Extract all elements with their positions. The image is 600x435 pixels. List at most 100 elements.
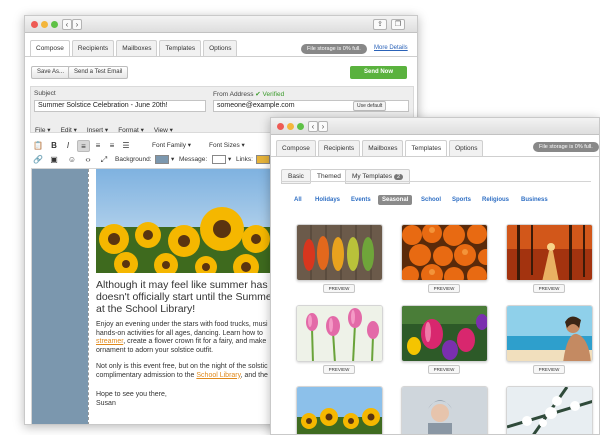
menu-insert[interactable]: Insert ▾ (87, 126, 108, 137)
email-paragraph-1: Enjoy an evening under the stars with fo… (96, 321, 268, 355)
tabs-icon[interactable]: ❐ (391, 19, 405, 30)
spring-tulips-image (402, 306, 487, 361)
align-right-icon[interactable]: ≡ (107, 140, 117, 152)
more-details-link[interactable]: More Details (374, 45, 408, 51)
background-dropdown-icon[interactable]: ▾ (171, 154, 174, 166)
email-paragraph-2: Not only is this event free, but on the … (96, 363, 268, 380)
from-address-text: From Address (213, 91, 254, 98)
tab-options[interactable]: Options (449, 140, 484, 156)
minimize-dot-icon[interactable] (41, 21, 48, 28)
forward-arrow-icon[interactable]: › (318, 121, 328, 132)
close-dot-icon[interactable] (31, 21, 38, 28)
use-default-button[interactable]: Use default (353, 101, 387, 111)
back-arrow-icon[interactable]: ‹ (62, 19, 72, 30)
autumn-path-image (507, 225, 592, 280)
template-thumb-winter-girl[interactable] (401, 386, 488, 434)
align-center-icon[interactable]: ≡ (93, 140, 103, 152)
filter-holidays[interactable]: Holidays (315, 197, 340, 203)
background-color-swatch[interactable] (155, 155, 169, 164)
message-dropdown-icon[interactable]: ▾ (228, 154, 231, 166)
template-thumb-pink-tulips[interactable] (296, 305, 383, 362)
code-icon[interactable]: ‹› (83, 154, 93, 166)
preview-button-2[interactable]: PREVIEW (428, 284, 460, 293)
bold-icon[interactable]: B (49, 140, 59, 152)
pumpkins-image (402, 225, 487, 280)
tab-compose[interactable]: Compose (276, 140, 316, 156)
template-thumb-pumpkins[interactable] (401, 224, 488, 281)
verified-status: ✔ Verified (255, 91, 285, 98)
forward-arrow-icon[interactable]: › (72, 19, 82, 30)
tab-recipients[interactable]: Recipients (317, 140, 361, 156)
font-sizes-label: Font Sizes (209, 142, 240, 149)
font-sizes-dropdown[interactable]: Font Sizes ▾ (209, 140, 245, 152)
filter-business[interactable]: Business (521, 197, 548, 203)
preview-button-4[interactable]: PREVIEW (323, 365, 355, 374)
tab-mailboxes[interactable]: Mailboxes (116, 40, 158, 56)
menu-edit[interactable]: Edit ▾ (61, 126, 77, 137)
zoom-dot-icon[interactable] (51, 21, 58, 28)
close-dot-icon[interactable] (277, 123, 284, 130)
school-library-link[interactable]: School Library (196, 372, 240, 379)
minimize-dot-icon[interactable] (287, 123, 294, 130)
filter-events[interactable]: Events (351, 197, 371, 203)
preview-button-6[interactable]: PREVIEW (533, 365, 565, 374)
italic-icon[interactable]: I (63, 140, 73, 152)
email-heading-line-3: at the School Library! (96, 303, 196, 315)
tab-mailboxes[interactable]: Mailboxes (362, 140, 404, 156)
filter-religious[interactable]: Religious (482, 197, 509, 203)
message-color-swatch[interactable] (212, 155, 226, 164)
back-arrow-icon[interactable]: ‹ (308, 121, 318, 132)
p1-line-3: streamer, create a flower crown fit for … (96, 338, 268, 347)
share-icon[interactable]: ⇪ (373, 19, 387, 30)
template-thumb-snowy-branches[interactable] (506, 386, 593, 434)
zoom-dot-icon[interactable] (297, 123, 304, 130)
autumn-leaves-image (297, 225, 382, 280)
preview-button-1[interactable]: PREVIEW (323, 284, 355, 293)
tabs-divider (271, 156, 599, 157)
filter-sports[interactable]: Sports (452, 197, 471, 203)
streamer-link[interactable]: streamer (96, 338, 123, 345)
subject-label: Subject (34, 90, 56, 97)
links-color-swatch[interactable] (256, 155, 270, 164)
send-test-button[interactable]: Send a Test Email (68, 66, 129, 79)
link-icon[interactable]: 🔗 (33, 154, 43, 166)
p2-line-2: complimentary admission to the School Li… (96, 372, 268, 381)
filter-all[interactable]: All (294, 197, 302, 203)
emoji-icon[interactable]: ☺ (67, 154, 77, 166)
tab-options[interactable]: Options (203, 40, 238, 56)
fullscreen-icon[interactable]: ⤢ (99, 154, 109, 166)
subject-input[interactable]: Summer Solstice Celebration - June 20th! (34, 100, 206, 112)
p1-line-3-rest: , create a flower crown fit for a fairy,… (123, 338, 267, 345)
align-left-icon[interactable]: ≡ (77, 140, 90, 152)
menu-view[interactable]: View ▾ (154, 126, 173, 137)
compose-titlebar: ‹ › ⇪ ❐ (25, 16, 417, 33)
templates-window: ‹ › Compose Recipients Mailboxes Templat… (270, 117, 600, 435)
send-now-button[interactable]: Send Now (350, 66, 407, 79)
tab-compose[interactable]: Compose (30, 40, 70, 56)
templates-main-tabs: Compose Recipients Mailboxes Templates O… (276, 138, 485, 156)
menu-file[interactable]: File ▾ (35, 126, 51, 137)
image-icon[interactable]: ▣ (49, 154, 59, 166)
menu-edit-label: Edit (60, 127, 72, 134)
p2-line-2-post: , and the (240, 371, 268, 379)
menu-format[interactable]: Format ▾ (118, 126, 144, 137)
preview-button-5[interactable]: PREVIEW (428, 365, 460, 374)
filter-school[interactable]: School (421, 197, 441, 203)
filter-seasonal[interactable]: Seasonal (378, 195, 413, 205)
tab-templates[interactable]: Templates (405, 140, 448, 156)
preview-button-3[interactable]: PREVIEW (533, 284, 565, 293)
tab-recipients[interactable]: Recipients (71, 40, 115, 56)
clipboard-icon[interactable]: 📋 (33, 140, 43, 152)
save-as-button[interactable]: Save As... (31, 66, 71, 79)
editor-background-band (32, 169, 88, 424)
snowy-branches-image (507, 387, 592, 434)
template-thumb-beach[interactable] (506, 305, 593, 362)
template-thumb-sunflowers[interactable] (296, 386, 383, 434)
template-thumb-spring-tulips[interactable] (401, 305, 488, 362)
font-family-dropdown[interactable]: Font Family ▾ (152, 140, 191, 152)
menu-format-label: Format (118, 127, 139, 134)
tab-templates[interactable]: Templates (159, 40, 202, 56)
align-justify-icon[interactable]: ☰ (121, 140, 131, 152)
template-thumb-autumn-path[interactable] (506, 224, 593, 281)
template-thumb-autumn-leaves[interactable] (296, 224, 383, 281)
